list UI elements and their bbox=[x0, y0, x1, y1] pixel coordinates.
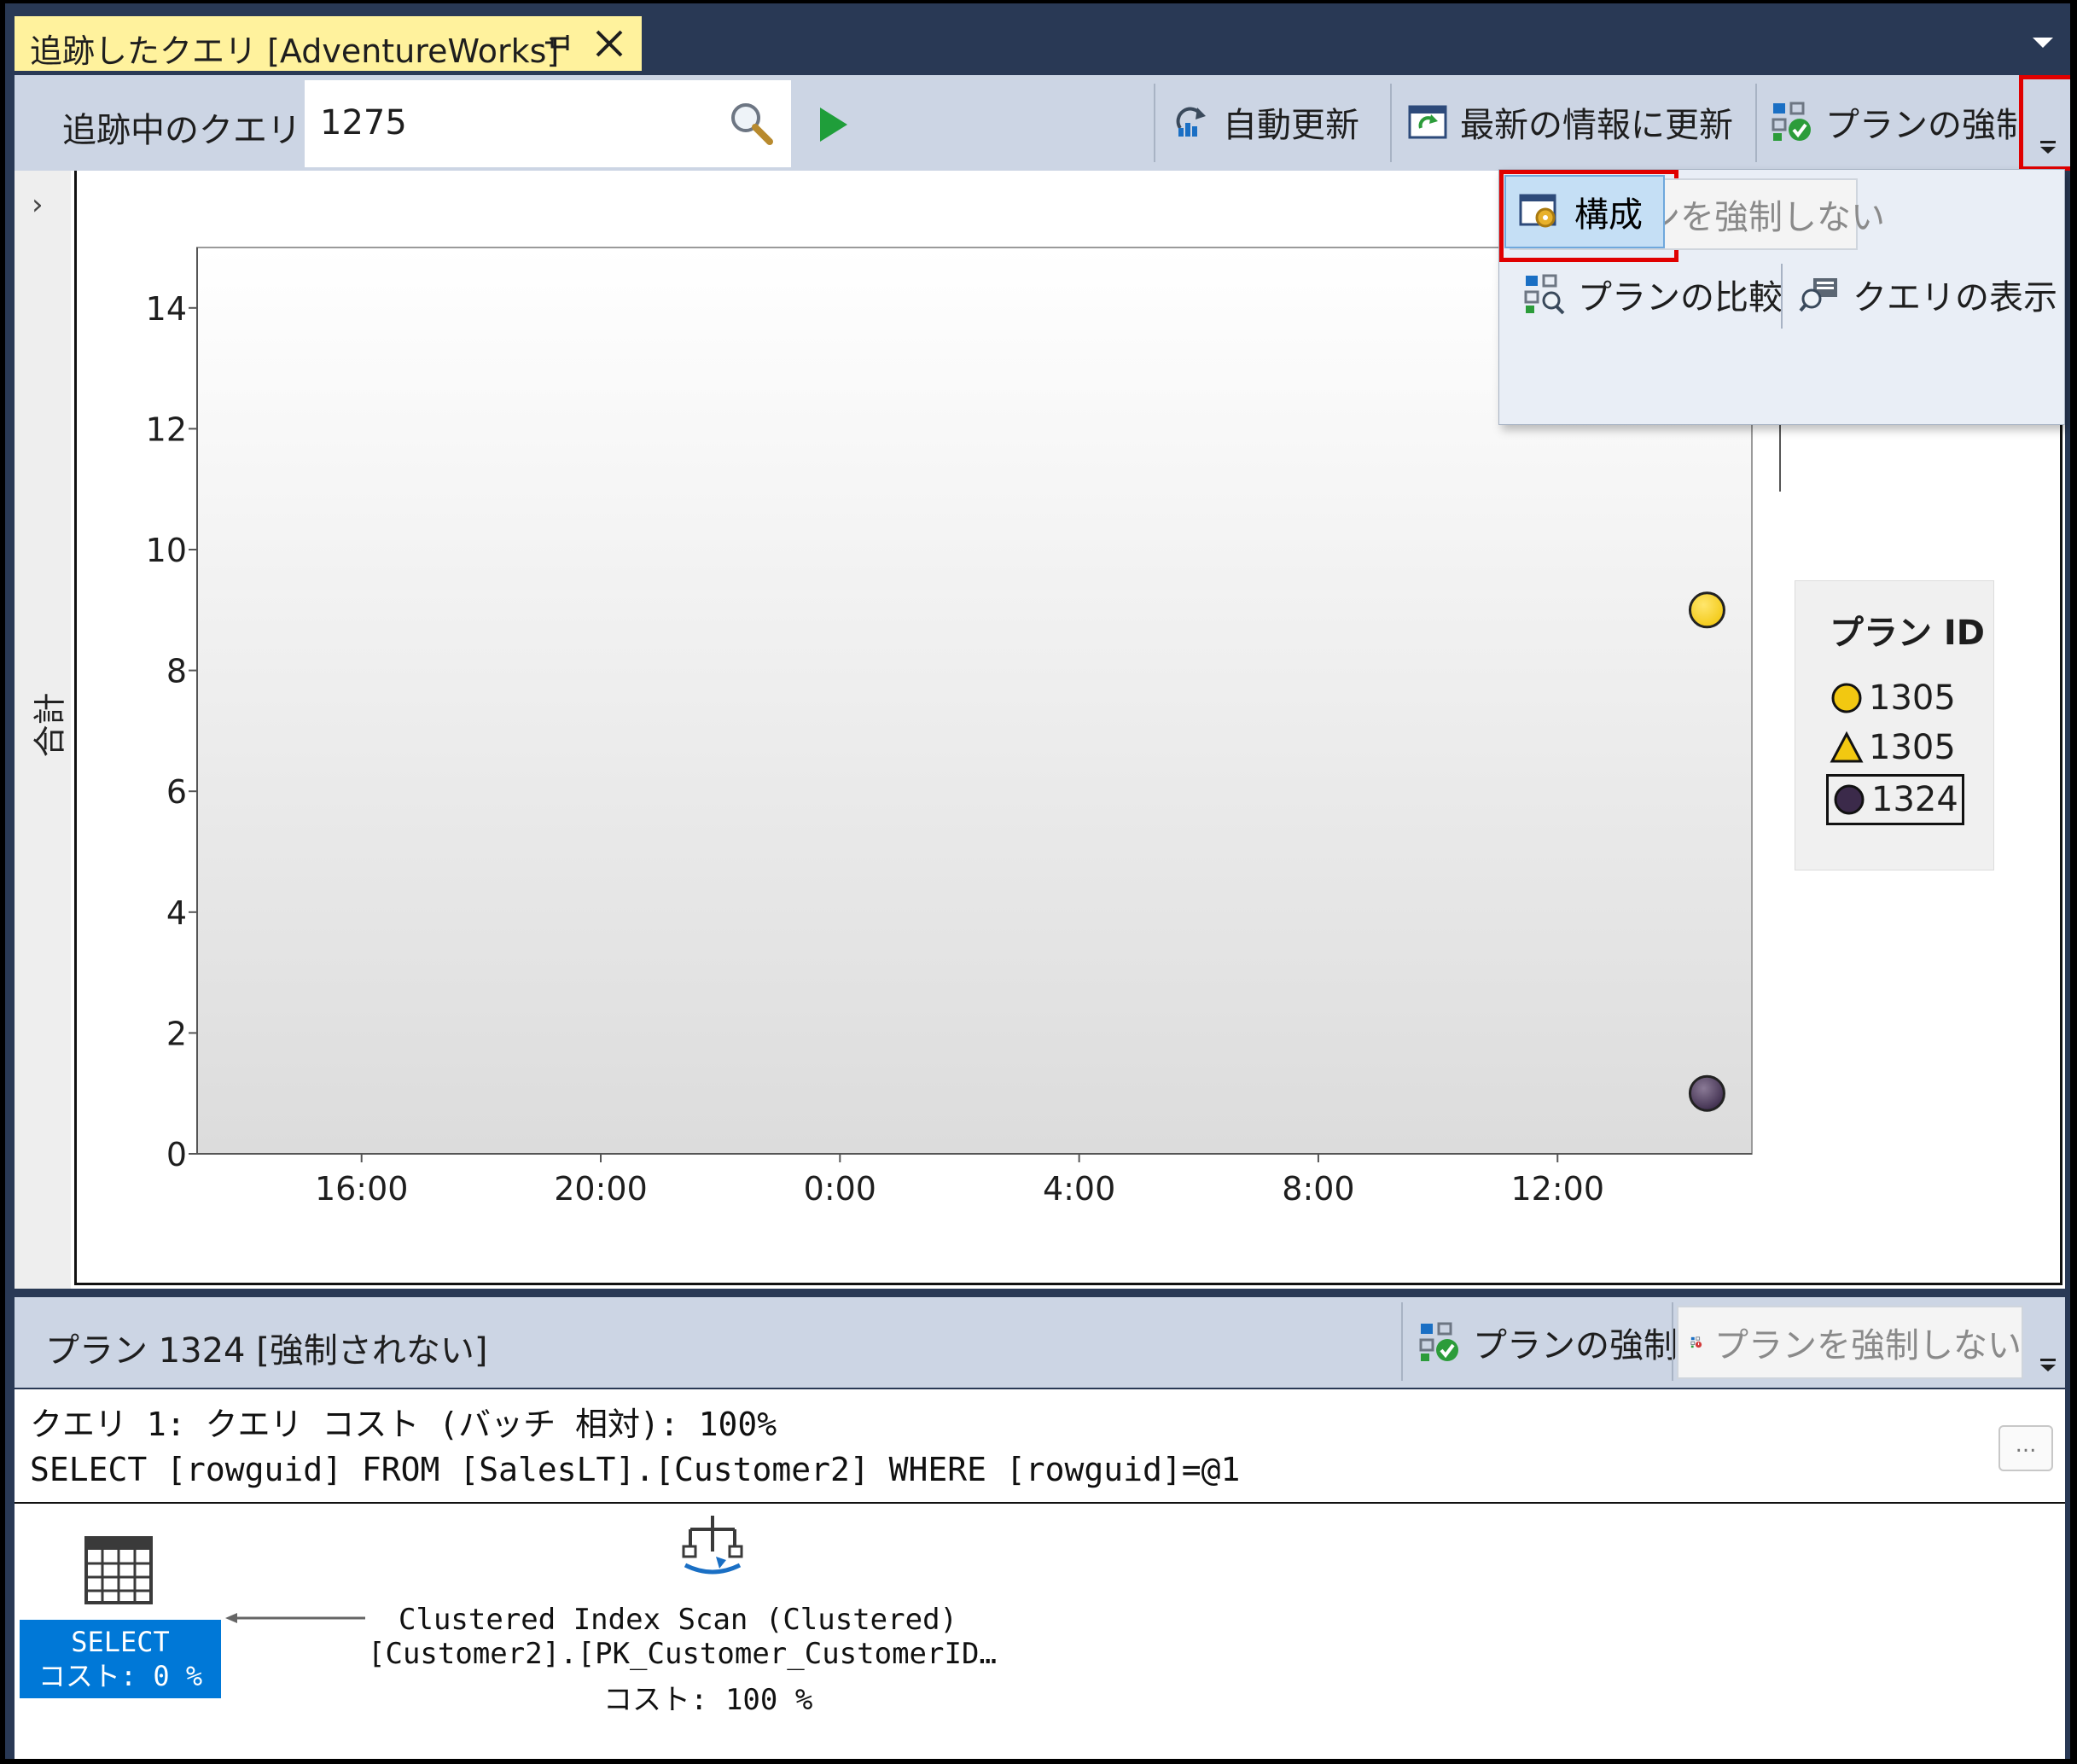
unforce-plan-icon bbox=[1690, 1336, 1702, 1348]
legend-title: プラン ID bbox=[1830, 614, 1986, 653]
x-tick-label: 16:00 bbox=[315, 1170, 409, 1208]
query-store-window: 追跡したクエリ [AdventureWorks] 追跡中のクエリ 1275 自動… bbox=[5, 3, 2070, 1759]
legend-label: 1305 bbox=[1869, 678, 1956, 718]
toolbar-separator bbox=[1390, 84, 1392, 162]
x-tick-label: 4:00 bbox=[1043, 1170, 1115, 1208]
legend-entry[interactable]: 1305 bbox=[1830, 725, 1956, 771]
close-icon[interactable] bbox=[591, 25, 628, 62]
legend-label: 1324 bbox=[1871, 780, 1958, 819]
chevron-right-icon[interactable]: › bbox=[32, 188, 44, 222]
run-query-button[interactable] bbox=[817, 106, 851, 143]
menu-configure-highlight[interactable]: 構成 bbox=[1499, 170, 1678, 262]
triangle-marker-icon bbox=[1830, 731, 1864, 763]
chevron-down-icon[interactable] bbox=[2039, 1357, 2057, 1376]
force-plan-label: プランの強制 bbox=[1825, 106, 2030, 145]
query-id-box[interactable] bbox=[305, 80, 791, 167]
y-tick-label: 4 bbox=[166, 894, 187, 932]
plan-force-button[interactable]: プランの強制 bbox=[1418, 1313, 1678, 1372]
toolbar-separator bbox=[1672, 1302, 1673, 1381]
circle-marker-icon bbox=[1831, 683, 1862, 713]
plan-toolbar: プラン 1324 [強制されない] プランの強制 プランを強制しない bbox=[15, 1297, 2065, 1388]
select-node-name: SELECT bbox=[71, 1626, 170, 1658]
legend: プラン ID 1305 1305 1324 bbox=[1795, 580, 1994, 870]
y-tick-label: 2 bbox=[166, 1015, 187, 1052]
legend-label: 1305 bbox=[1869, 728, 1956, 767]
y-tick-label: 14 bbox=[146, 290, 187, 328]
force-plan-icon bbox=[1419, 1322, 1458, 1361]
scan-node-cost: コスト: 100 % bbox=[603, 1683, 813, 1717]
window-menu-icon[interactable] bbox=[2026, 29, 2060, 55]
show-query-icon bbox=[1799, 278, 1837, 312]
select-node[interactable]: SELECT コスト: 0 % bbox=[20, 1620, 221, 1698]
select-node-icon[interactable] bbox=[83, 1534, 154, 1606]
data-point-plan-1305[interactable] bbox=[1688, 591, 1725, 629]
configure-icon bbox=[1519, 194, 1556, 228]
legend-entry[interactable]: 1305 bbox=[1830, 675, 1956, 721]
search-icon[interactable] bbox=[727, 99, 775, 147]
query-cost-header: クエリ 1: クエリ コスト (バッチ 相対): 100% bbox=[30, 1406, 777, 1443]
document-tab[interactable]: 追跡したクエリ [AdventureWorks] bbox=[15, 16, 642, 71]
x-tick-label: 12:00 bbox=[1510, 1170, 1604, 1208]
data-point-plan-1324[interactable] bbox=[1688, 1074, 1725, 1112]
expand-strip: › 合計 bbox=[15, 171, 71, 1289]
toolbar-separator bbox=[1154, 84, 1155, 162]
scan-node-operator: Clustered Index Scan (Clustered) bbox=[399, 1603, 958, 1637]
plan-label: プラン 1324 [強制されない] bbox=[45, 1331, 488, 1371]
toolbar-separator bbox=[1755, 84, 1757, 162]
force-plan-icon bbox=[1772, 102, 1811, 141]
tracked-query-label: 追跡中のクエリ bbox=[62, 111, 301, 150]
toolbar-overflow-button[interactable] bbox=[2019, 75, 2070, 171]
circle-marker-icon bbox=[1834, 784, 1865, 815]
execution-plan-pane: クエリ 1: クエリ コスト (バッチ 相対): 100% SELECT [ro… bbox=[15, 1389, 2065, 1759]
y-tick-label: 6 bbox=[166, 773, 187, 811]
tab-title: 追跡したクエリ [AdventureWorks] bbox=[30, 32, 560, 70]
refresh-icon bbox=[1408, 105, 1447, 139]
chart-divider bbox=[1779, 423, 1781, 492]
ellipsis-button[interactable]: ... bbox=[1998, 1425, 2053, 1471]
y-tick-label: 12 bbox=[146, 410, 187, 448]
x-tick-label: 8:00 bbox=[1282, 1170, 1354, 1208]
refresh-button[interactable]: 最新の情報に更新 bbox=[1407, 92, 1733, 152]
auto-refresh-icon bbox=[1176, 107, 1206, 137]
menu-configure-label: 構成 bbox=[1574, 195, 1643, 235]
menu-configure[interactable]: 構成 bbox=[1504, 175, 1665, 248]
compare-plans-icon bbox=[1524, 274, 1565, 315]
query-toolbar: 追跡中のクエリ 自動更新 bbox=[15, 75, 2070, 171]
auto-refresh-label: 自動更新 bbox=[1223, 106, 1359, 145]
menu-show-query[interactable]: クエリの表示 bbox=[1798, 259, 2057, 330]
menu-show-query-label: クエリの表示 bbox=[1853, 278, 2057, 317]
y-tick-label: 8 bbox=[166, 653, 187, 690]
select-node-cost: コスト: 0 % bbox=[38, 1660, 203, 1692]
plan-unforce-label: プランを強制しない bbox=[1714, 1326, 2022, 1365]
menu-compare-plans[interactable]: プランの比較 bbox=[1510, 259, 1783, 330]
plan-divider bbox=[15, 1502, 2065, 1504]
overflow-menu: プランを強制しない プランの比較 クエリの表示 構成 bbox=[1498, 169, 2065, 425]
x-tick-label: 0:00 bbox=[804, 1170, 876, 1208]
refresh-label: 最新の情報に更新 bbox=[1460, 106, 1733, 145]
y-tick-label: 10 bbox=[146, 532, 187, 569]
force-plan-button[interactable]: プランの強制 bbox=[1771, 92, 2030, 152]
toolbar-separator bbox=[1401, 1302, 1403, 1381]
plan-arrow bbox=[225, 1613, 365, 1623]
menu-separator bbox=[1781, 264, 1783, 329]
plan-unforce-button[interactable]: プランを強制しない bbox=[1677, 1306, 2023, 1379]
sql-text: SELECT [rowguid] FROM [SalesLT].[Custome… bbox=[30, 1451, 1241, 1488]
legend-entry-selected[interactable]: 1324 bbox=[1826, 774, 1964, 825]
clustered-index-scan-icon[interactable] bbox=[677, 1509, 748, 1581]
x-tick-label: 20:00 bbox=[554, 1170, 648, 1208]
auto-refresh-button[interactable]: 自動更新 bbox=[1172, 92, 1359, 152]
scan-node-object: [Customer2].[PK_Customer_CustomerID… bbox=[368, 1637, 997, 1671]
y-tick-label: 0 bbox=[166, 1136, 187, 1173]
query-id-input[interactable] bbox=[320, 99, 695, 147]
chevron-down-icon bbox=[2039, 139, 2057, 158]
menu-compare-plans-label: プランの比較 bbox=[1578, 278, 1783, 317]
pin-icon[interactable] bbox=[544, 26, 578, 61]
plan-force-label: プランの強制 bbox=[1473, 1326, 1678, 1365]
y-axis-title: 合計 bbox=[31, 692, 69, 758]
